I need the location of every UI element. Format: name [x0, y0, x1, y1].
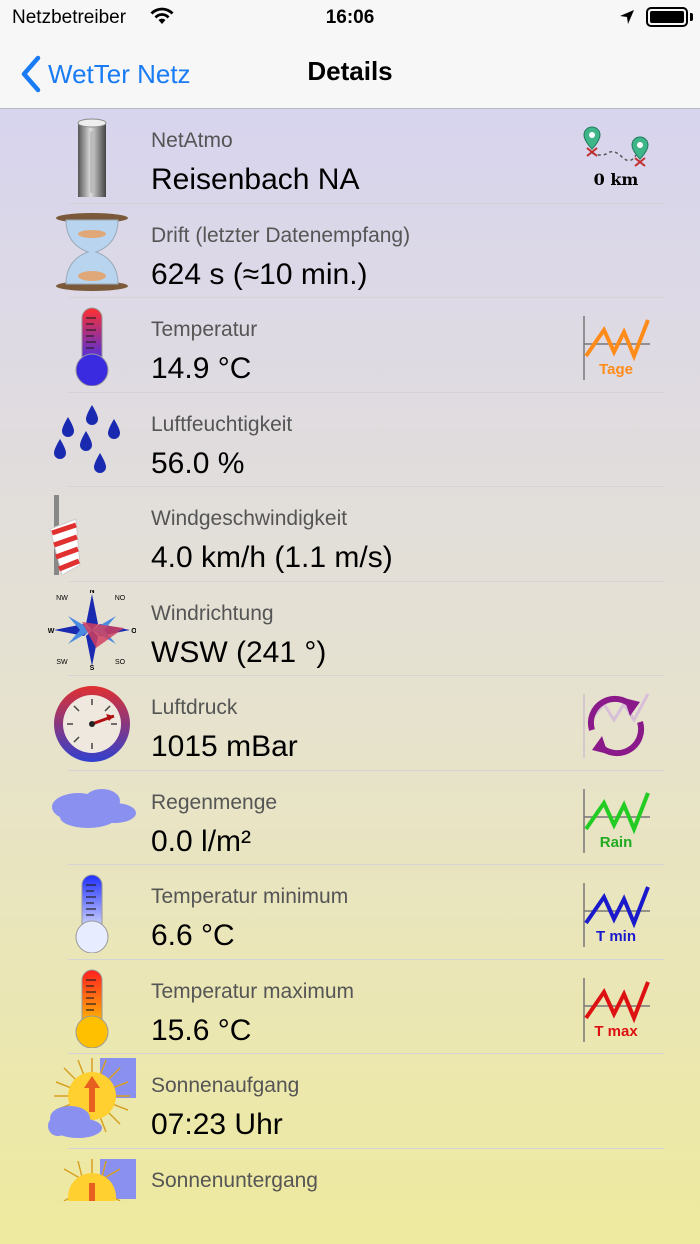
compass-rose-icon: N S W O NW NO SW SO	[48, 590, 136, 670]
wind-direction-label: Windrichtung	[151, 601, 274, 625]
compass-no: NO	[115, 595, 126, 602]
temperature-max-value: 15.6 °C	[151, 1013, 252, 1047]
sunrise-value: 07:23 Uhr	[151, 1108, 283, 1141]
details-list: NetAtmo Reisenbach NA 0 km Drift (letzte…	[0, 109, 700, 1243]
row-humidity[interactable]: Luftfeuchtigkeit 56.0 %	[0, 393, 700, 487]
row-wind-speed[interactable]: Windgeschwindigkeit 4.0 km/h (1.1 m/s)	[0, 487, 700, 582]
pressure-label: Luftdruck	[151, 696, 238, 719]
row-temperature-min[interactable]: Temperatur minimum 6.6 °C T min	[0, 865, 700, 960]
temperature-min-value: 6.6 °C	[151, 919, 235, 952]
compass-sw: SW	[56, 659, 68, 666]
windsock-icon	[48, 495, 136, 575]
row-wind-direction[interactable]: N S W O NW NO SW SO Windrichtung WSW (24…	[0, 582, 700, 676]
humidity-label: Luftfeuchtigkeit	[151, 412, 293, 436]
humidity-value: 56.0 %	[151, 446, 245, 480]
rain-history-button[interactable]: Rain	[578, 785, 654, 855]
battery-icon	[646, 7, 688, 27]
pressure-trend-button[interactable]	[578, 690, 654, 760]
location-arrow-icon	[618, 8, 636, 26]
temperature-min-label: Temperatur minimum	[151, 885, 349, 908]
chart-caption: Tage	[599, 361, 633, 378]
compass-n: N	[89, 590, 94, 595]
netatmo-sensor-icon	[48, 117, 136, 197]
status-bar: Netzbetreiber 16:06	[0, 0, 700, 36]
compass-s: S	[90, 665, 95, 670]
hourglass-icon	[48, 212, 136, 292]
pressure-value: 1015 mBar	[151, 730, 298, 763]
battery-tip	[690, 13, 693, 21]
row-temperature[interactable]: Temperatur 14.9 °C Tage	[0, 298, 700, 393]
row-temperature-max[interactable]: Temperatur maximum 15.6 °C T max	[0, 960, 700, 1054]
temperature-max-history-button[interactable]: T max	[578, 974, 654, 1044]
chart-caption: Rain	[600, 834, 633, 851]
chart-caption: T max	[594, 1023, 638, 1040]
thermometer-blue-icon	[48, 873, 136, 953]
clock: 16:06	[325, 7, 375, 28]
wind-speed-value: 4.0 km/h (1.1 m/s)	[151, 541, 393, 574]
compass-so: SO	[115, 659, 126, 666]
sunset-label: Sonnenuntergang	[151, 1168, 318, 1192]
rain-label: Regenmenge	[151, 790, 278, 814]
row-sunset[interactable]: Sonnenuntergang	[0, 1149, 700, 1244]
row-station[interactable]: NetAtmo Reisenbach NA 0 km	[0, 109, 700, 204]
rain-value: 0.0 l/m²	[151, 824, 252, 858]
row-rain[interactable]: Regenmenge 0.0 l/m² Rain	[0, 771, 700, 865]
drift-label: Drift (letzter Datenempfang)	[151, 223, 411, 247]
compass-nw: NW	[56, 595, 68, 602]
temperature-min-history-button[interactable]: T min	[578, 879, 654, 949]
row-drift[interactable]: Drift (letzter Datenempfang) 624 s (≈10 …	[0, 204, 700, 298]
map-distance-button[interactable]: 0 km	[578, 123, 654, 193]
compass-w: W	[48, 628, 55, 635]
chart-caption: T min	[596, 928, 636, 945]
sunrise-label: Sonnenaufgang	[151, 1074, 300, 1097]
station-label: NetAtmo	[151, 129, 233, 152]
temperature-value: 14.9 °C	[151, 352, 252, 385]
row-pressure[interactable]: Luftdruck 1015 mBar	[0, 676, 700, 771]
page-title: Details	[307, 56, 393, 86]
drift-value: 624 s (≈10 min.)	[151, 257, 368, 291]
station-value: Reisenbach NA	[151, 163, 360, 196]
compass-o: O	[131, 628, 136, 635]
water-drops-icon	[48, 401, 136, 481]
cloud-icon	[48, 779, 136, 859]
thermometer-red-icon	[48, 306, 136, 386]
row-sunrise[interactable]: Sonnenaufgang 07:23 Uhr	[0, 1054, 700, 1149]
distance-text: 0 km	[594, 170, 639, 189]
navigation-bar: WetTer Netz Details	[0, 36, 700, 109]
temperature-history-button[interactable]: Tage	[578, 312, 654, 382]
thermometer-orange-icon	[48, 968, 136, 1048]
sunset-icon	[48, 1157, 136, 1237]
wind-direction-value: WSW (241 °)	[151, 635, 327, 669]
temperature-max-label: Temperatur maximum	[151, 979, 355, 1003]
temperature-label: Temperatur	[151, 318, 258, 341]
sunrise-icon	[48, 1058, 136, 1142]
wind-speed-label: Windgeschwindigkeit	[151, 507, 348, 530]
barometer-icon	[48, 684, 136, 764]
